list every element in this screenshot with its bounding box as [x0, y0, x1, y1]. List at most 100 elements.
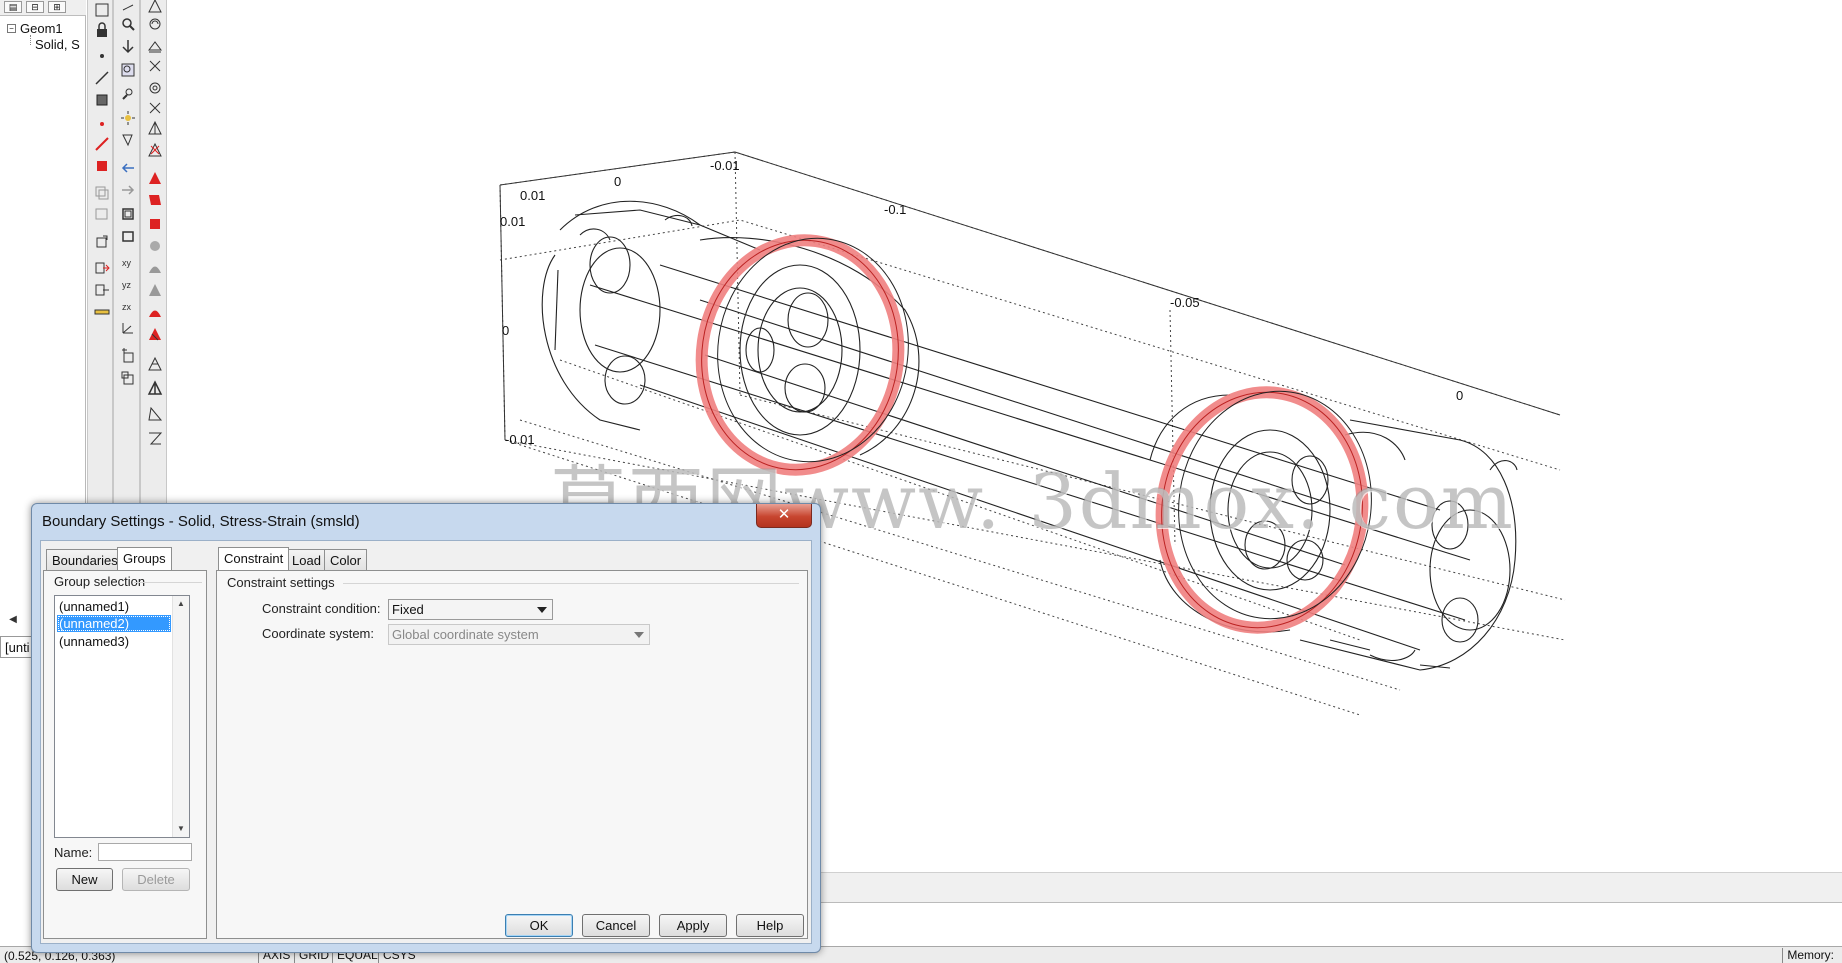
tree-node-solid[interactable]: Solid, S — [35, 37, 80, 52]
headlight-icon[interactable] — [118, 130, 138, 150]
tree-expand-icon[interactable]: ⊟ — [26, 1, 44, 13]
red-point-icon[interactable] — [92, 114, 112, 134]
list-scrollbar[interactable]: ▲ ▼ — [172, 596, 189, 837]
sweep-icon[interactable] — [145, 56, 165, 76]
undo-view-icon[interactable] — [118, 158, 138, 178]
dialog-title: Boundary Settings - Solid, Stress-Strain… — [42, 513, 360, 530]
constraint-condition-value: Fixed — [392, 602, 424, 617]
svg-text:yz: yz — [122, 280, 132, 290]
mesh-tetra-icon[interactable] — [145, 378, 165, 398]
lighting-icon[interactable] — [118, 108, 138, 128]
tick-label: -0.05 — [1170, 295, 1200, 310]
tree-node-geom1[interactable]: Geom1 — [20, 21, 63, 36]
refine-icon[interactable] — [145, 404, 165, 424]
help-button[interactable]: Help — [736, 914, 804, 937]
model-status-field: [unti — [0, 636, 34, 658]
zoom-fit-icon[interactable] — [92, 0, 112, 20]
yz-plane-icon[interactable]: yz — [118, 274, 138, 294]
line-icon[interactable] — [92, 68, 112, 88]
gray-dome-icon[interactable] — [145, 258, 165, 278]
revolve-icon[interactable] — [145, 78, 165, 98]
coordinate-system-label: Coordinate system: — [262, 626, 374, 641]
constraint-condition-select[interactable]: Fixed — [388, 599, 553, 620]
xy-plane-icon[interactable]: xy — [118, 252, 138, 272]
red-triangle-icon[interactable] — [145, 168, 165, 188]
tab-boundaries[interactable]: Boundaries — [46, 549, 124, 570]
list-item-unnamed2[interactable]: (unnamed2) — [57, 615, 171, 632]
extrude-icon[interactable] — [145, 36, 165, 56]
delete-button[interactable]: Delete — [122, 868, 190, 891]
tab-load[interactable]: Load — [286, 549, 327, 570]
x-tetra-icon[interactable] — [145, 140, 165, 160]
select-none-icon[interactable] — [92, 204, 112, 224]
scroll-down-arrow[interactable]: ▼ — [173, 821, 189, 837]
tick-label: 0 — [1456, 388, 1463, 403]
tick-label: 0 — [614, 174, 621, 189]
cancel-button[interactable]: Cancel — [582, 914, 650, 937]
list-item-unnamed1[interactable]: (unnamed1) — [57, 598, 171, 615]
red-x-icon[interactable] — [145, 324, 165, 344]
tick-label: 0.01 — [520, 188, 545, 203]
log-area — [820, 902, 1842, 946]
zx-plane-icon[interactable]: zx — [118, 296, 138, 316]
solid-view-icon[interactable] — [118, 226, 138, 246]
red-face-icon[interactable] — [145, 190, 165, 210]
red-line-icon[interactable] — [92, 134, 112, 154]
new-button[interactable]: New — [56, 868, 113, 891]
scroll-up-arrow[interactable]: ▲ — [173, 596, 189, 612]
workplane-icon[interactable] — [118, 346, 138, 366]
tick-label: 0.01 — [500, 214, 525, 229]
red-block-icon[interactable] — [145, 214, 165, 234]
scroll-left-arrow[interactable]: ◀ — [6, 612, 20, 628]
groups-panel: Group selection (unnamed1) (unnamed2) (u… — [43, 570, 207, 939]
tree-collapse-toggle[interactable]: − — [7, 24, 16, 33]
rotate-icon[interactable] — [92, 232, 112, 252]
mesh-triangle-icon[interactable] — [145, 354, 165, 374]
red-square-icon[interactable] — [92, 156, 112, 176]
select-all-icon[interactable] — [92, 182, 112, 202]
tab-color[interactable]: Color — [324, 549, 368, 570]
loft-icon[interactable] — [145, 98, 165, 118]
copy-icon[interactable] — [118, 368, 138, 388]
name-input[interactable] — [98, 843, 192, 861]
group-list[interactable]: (unnamed1) (unnamed2) (unnamed3) ▲ ▼ — [54, 595, 190, 838]
view-toolbar: xy yz zx — [113, 0, 140, 510]
zoom-window-icon[interactable] — [118, 60, 138, 80]
tree-connector — [30, 35, 31, 45]
list-item-unnamed3[interactable]: (unnamed3) — [57, 633, 171, 650]
coordinate-system-select[interactable]: Global coordinate system — [388, 624, 650, 645]
tree-view-icon[interactable]: ▤ — [4, 1, 22, 13]
import-icon[interactable] — [92, 280, 112, 300]
gray-sphere-icon[interactable] — [145, 236, 165, 256]
zoom-selection-icon[interactable] — [118, 84, 138, 104]
ok-button[interactable]: OK — [505, 914, 573, 937]
svg-text:zx: zx — [122, 302, 132, 312]
pan-icon[interactable] — [118, 36, 138, 56]
close-button[interactable]: ✕ — [756, 504, 812, 528]
chevron-down-icon — [537, 607, 547, 613]
zoom-icon[interactable] — [118, 14, 138, 34]
tab-constraint[interactable]: Constraint — [218, 547, 290, 570]
point-icon[interactable] — [92, 46, 112, 66]
tetra-icon[interactable] — [145, 118, 165, 138]
group-selection-label: Group selection — [54, 574, 146, 589]
tree-collapse-icon[interactable]: ⊞ — [48, 1, 66, 13]
dialog-content: Boundaries Groups Group selection (unnam… — [40, 540, 812, 944]
ruler-icon[interactable] — [92, 302, 112, 322]
selection-toolbar — [140, 0, 167, 510]
memory-indicator: Memory: — [1782, 948, 1838, 963]
redo-view-icon[interactable] — [118, 180, 138, 200]
tab-groups[interactable]: Groups — [117, 547, 172, 570]
slice-icon[interactable] — [145, 428, 165, 448]
box-view-icon[interactable] — [118, 204, 138, 224]
rotate-solid-icon[interactable] — [145, 14, 165, 34]
export-icon[interactable] — [92, 258, 112, 278]
lock-icon[interactable] — [92, 20, 112, 40]
axes-icon[interactable] — [118, 318, 138, 338]
rectangle-icon[interactable] — [92, 90, 112, 110]
constraint-condition-label: Constraint condition: — [262, 601, 381, 616]
red-dome-icon[interactable] — [145, 302, 165, 322]
gray-triangle-icon[interactable] — [145, 280, 165, 300]
axis-frame — [499, 151, 1561, 441]
apply-button[interactable]: Apply — [659, 914, 727, 937]
